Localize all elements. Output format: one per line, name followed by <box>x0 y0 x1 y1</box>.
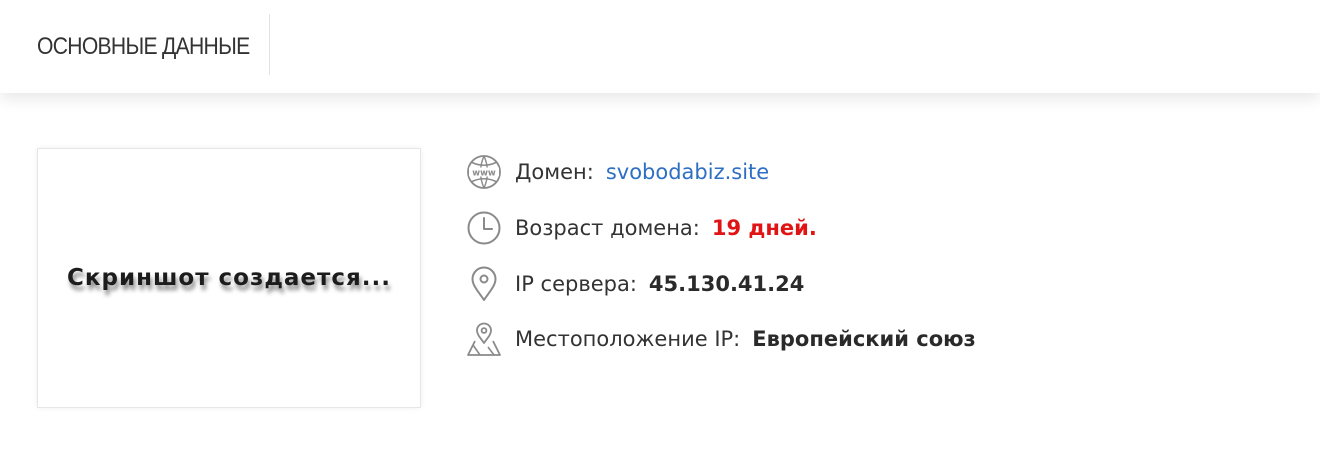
server-ip-value: 45.130.41.24 <box>648 272 805 296</box>
site-screenshot-placeholder: Скриншот создается... <box>37 148 421 408</box>
domain-age-value: 19 дней. <box>711 216 817 240</box>
ip-location-value: Европейский союз <box>752 327 976 351</box>
domain-age-label: Возраст домена: <box>515 216 700 240</box>
domain-row: www Домен: svobodabiz.site <box>466 152 1166 192</box>
ip-location-row: Местоположение IP: Европейский союз <box>466 319 1166 359</box>
tab-main-data[interactable]: ОСНОВНЫЕ ДАННЫЕ <box>0 0 270 93</box>
divider-mask-top <box>269 0 271 14</box>
location-pin-icon <box>466 266 502 302</box>
tab-main-data-label: ОСНОВНЫЕ ДАННЫЕ <box>37 32 250 60</box>
server-ip-row: IP сервера: 45.130.41.24 <box>466 264 1166 304</box>
top-bar: ОСНОВНЫЕ ДАННЫЕ <box>0 0 1320 93</box>
divider-mask-bottom <box>269 75 271 93</box>
screenshot-placeholder-text: Скриншот создается... <box>67 265 391 291</box>
svg-text:www: www <box>472 168 496 178</box>
domain-label: Домен: <box>515 160 594 184</box>
map-pin-icon <box>466 321 502 357</box>
domain-value-link[interactable]: svobodabiz.site <box>606 160 769 184</box>
ip-location-label: Местоположение IP: <box>515 327 741 351</box>
www-globe-icon: www <box>466 154 502 190</box>
clock-icon <box>466 210 502 246</box>
domain-age-row: Возраст домена: 19 дней. <box>466 208 1166 248</box>
server-ip-label: IP сервера: <box>515 272 637 296</box>
